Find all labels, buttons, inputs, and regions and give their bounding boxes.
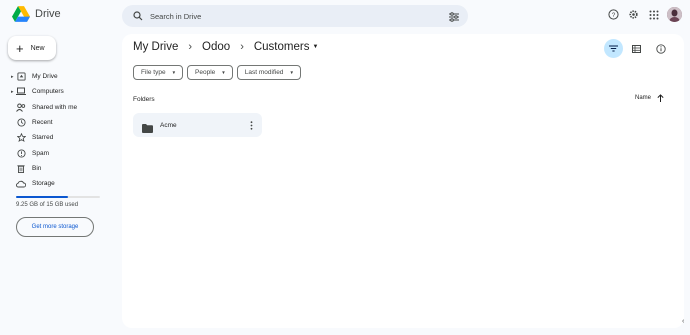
sidebar-item-label: Recent	[32, 119, 53, 127]
search-bar[interactable]	[122, 5, 468, 27]
breadcrumb-separator-icon: ›	[188, 41, 193, 53]
star-icon	[16, 133, 26, 143]
expand-arrow-icon[interactable]: ▸	[11, 89, 14, 95]
new-button-label: New	[30, 44, 45, 52]
dropdown-arrow-icon: ▼	[221, 70, 226, 75]
sidebar-item-spam[interactable]: Spam	[8, 145, 112, 160]
search-input[interactable]	[150, 11, 440, 21]
svg-text:?: ?	[612, 12, 616, 19]
sidebar-item-label: My Drive	[32, 73, 58, 81]
section-heading-folders: Folders	[133, 96, 155, 103]
app-name: Drive	[35, 8, 61, 20]
expand-arrow-icon[interactable]: ▸	[11, 74, 14, 80]
search-options-icon[interactable]	[448, 10, 460, 22]
my-drive-icon	[16, 72, 26, 82]
clock-icon	[16, 118, 26, 128]
sidebar-item-label: Shared with me	[32, 103, 78, 111]
more-options-icon[interactable]	[247, 119, 255, 131]
collapse-panel-chevron-icon[interactable]: ‹	[682, 318, 684, 325]
top-bar: Drive ?	[0, 0, 690, 34]
sidebar-item-label: Computers	[32, 88, 64, 96]
filter-chip-label: File type	[141, 69, 166, 76]
filter-chip-last-modified[interactable]: Last modified ▼	[236, 65, 301, 80]
new-button[interactable]: + New	[8, 36, 56, 60]
sidebar-item-shared[interactable]: Shared with me	[8, 100, 112, 115]
top-right-actions: ?	[607, 7, 682, 22]
breadcrumb-separator-icon: ›	[240, 41, 244, 53]
sort-control[interactable]: Name	[635, 94, 664, 102]
cloud-icon	[16, 179, 26, 189]
help-icon[interactable]: ?	[607, 8, 620, 21]
storage-usage-bar	[16, 196, 100, 198]
spam-icon	[16, 148, 26, 158]
sidebar-item-storage[interactable]: Storage	[8, 176, 112, 191]
sidebar-item-starred[interactable]: Starred	[8, 130, 112, 145]
settings-gear-icon[interactable]	[627, 8, 640, 21]
filter-chip-label: Last modified	[244, 69, 284, 76]
breadcrumb-item-my-drive[interactable]: My Drive	[133, 41, 178, 53]
folder-item[interactable]: Acme	[133, 113, 262, 137]
folder-name: Acme	[160, 121, 177, 129]
list-view-icon[interactable]	[631, 43, 642, 54]
get-more-storage-button[interactable]: Get more storage	[16, 217, 94, 237]
sidebar-item-recent[interactable]: Recent	[8, 115, 112, 130]
storage-usage-text: 9.25 GB of 15 GB used	[16, 202, 79, 208]
storage-usage-fill	[16, 196, 69, 198]
filter-chip-people[interactable]: People ▼	[187, 65, 233, 80]
breadcrumb: My Drive › Odoo › Customers ▼	[133, 41, 318, 53]
sort-ascending-arrow-icon[interactable]	[657, 94, 664, 102]
sidebar-nav: ▸ My Drive ▸ Computers Shared with me Re…	[8, 69, 112, 191]
apps-grid-icon[interactable]	[647, 8, 660, 21]
caret-down-icon[interactable]: ▼	[312, 44, 318, 50]
breadcrumb-item-odoo[interactable]: Odoo	[202, 41, 230, 53]
breadcrumb-item-customers[interactable]: Customers	[254, 41, 310, 53]
dropdown-arrow-icon: ▼	[289, 70, 294, 75]
dropdown-arrow-icon: ▼	[171, 70, 177, 75]
folder-icon	[142, 120, 153, 133]
sort-label: Name	[635, 95, 652, 101]
search-icon[interactable]	[132, 10, 144, 22]
info-icon[interactable]	[655, 43, 666, 54]
avatar[interactable]	[667, 7, 682, 22]
plus-icon: +	[16, 40, 24, 56]
filter-toggle-button[interactable]	[604, 39, 623, 58]
filter-chip-file-type[interactable]: File type ▼	[133, 65, 184, 80]
sidebar-item-computers[interactable]: ▸ Computers	[8, 84, 112, 99]
sidebar-item-label: Starred	[32, 134, 54, 142]
filter-chip-label: People	[195, 69, 216, 76]
sidebar-item-label: Bin	[32, 164, 42, 172]
people-icon	[16, 102, 26, 112]
sidebar-item-label: Spam	[32, 149, 49, 157]
sidebar-item-label: Storage	[32, 180, 55, 188]
bin-icon	[16, 163, 26, 173]
drive-logo[interactable]: Drive	[12, 6, 61, 22]
main-content: My Drive › Odoo › Customers ▼ File type …	[122, 34, 684, 328]
sidebar-item-bin[interactable]: Bin	[8, 161, 112, 176]
drive-logo-icon	[12, 6, 30, 22]
sidebar-item-my-drive[interactable]: ▸ My Drive	[8, 69, 112, 84]
computer-icon	[16, 87, 26, 97]
filter-chips: File type ▼ People ▼ Last modified ▼	[133, 65, 301, 80]
filter-lines-icon	[609, 45, 618, 52]
